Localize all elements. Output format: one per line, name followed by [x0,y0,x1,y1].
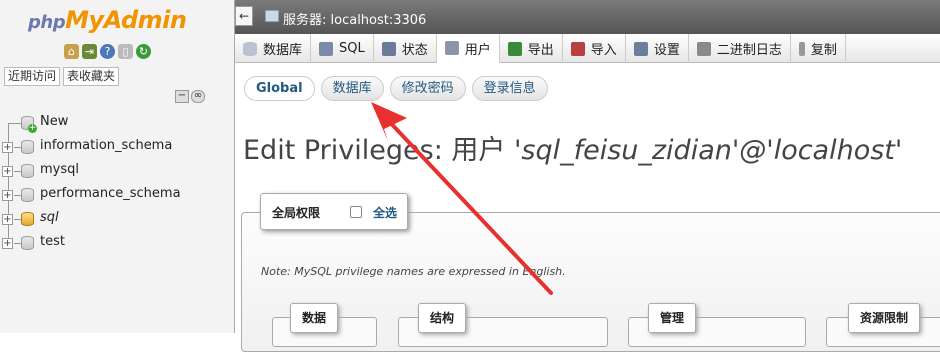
tree-controls: − ∞ [175,90,205,103]
subtab-database[interactable]: 数据库 [320,76,384,101]
global-privileges-legend: 全局权限 全选 [260,193,408,230]
db-name[interactable]: information_schema [40,138,172,153]
tree-connector [14,147,21,148]
tab-sql[interactable]: SQL [311,34,374,63]
tree-item-sql[interactable]: + sql [0,207,234,231]
logo-myadmin: MyAdmin [65,6,187,34]
tab-label: 状态 [401,43,428,58]
tree-item-information-schema[interactable]: + information_schema [0,135,234,159]
navigation-panel: phpMyAdmin ⌂ ⇥ ? ▯ ↻ 近期访问 表收藏夹 − ∞ New +… [0,0,234,333]
wrench-icon [633,41,648,56]
tab-replication[interactable]: 复制 [791,34,846,63]
users-icon [444,41,459,55]
server-breadcrumb-bar: ← 服务器: localhost:3306 [235,0,940,34]
group-legend-resource-limits: 资源限制 [848,303,921,333]
tab-label: 复制 [810,43,837,58]
tree-connector [14,195,21,196]
home-icon[interactable]: ⌂ [64,44,79,59]
global-privileges-label: 全局权限 [272,206,321,220]
phpmyadmin-logo[interactable]: phpMyAdmin [28,6,187,34]
new-db-icon [21,116,37,133]
help-icon[interactable]: ? [100,44,115,59]
binlog-icon [696,41,711,56]
db-name[interactable]: performance_schema [40,186,181,201]
expand-icon[interactable]: + [2,190,13,201]
tree-connector [9,123,21,124]
page-title-account: 'sql_feisu_zidian'@'localhost' [513,135,903,166]
tree-connector [8,123,9,135]
privilege-names-note: Note: MySQL privilege names are expresse… [261,265,566,278]
group-legend-data: 数据 [290,303,339,333]
tab-label: 设置 [653,43,680,58]
database-icon [21,140,34,154]
tab-binary-log[interactable]: 二进制日志 [689,34,791,63]
database-icon [21,236,34,250]
status-icon [381,41,396,56]
expand-icon[interactable]: + [2,142,13,153]
database-icon [21,212,34,226]
tab-databases[interactable]: 数据库 [235,34,312,63]
tree-connector [14,243,21,244]
tab-users[interactable]: 用户 [436,34,500,63]
database-icon [21,164,34,178]
db-name[interactable]: test [40,234,65,249]
tab-status[interactable]: 状态 [374,34,437,63]
sql-icon [319,41,334,56]
page-title-prefix: Edit Privileges: 用户 [243,135,514,166]
check-all-label[interactable]: 全选 [373,204,397,221]
privileges-subtabs: Global 数据库 修改密码 登录信息 [244,76,548,101]
recent-tab[interactable]: 近期访问 [4,67,61,86]
db-name[interactable]: mysql [40,162,79,177]
subtab-global[interactable]: Global [244,76,315,101]
tree-item-new[interactable]: New [0,111,234,135]
subtab-change-password[interactable]: 修改密码 [389,76,466,101]
tree-item-test[interactable]: + test [0,231,234,255]
server-breadcrumb[interactable]: 服务器: localhost:3306 [283,9,426,28]
tab-import[interactable]: 导入 [563,34,626,63]
tab-settings[interactable]: 设置 [626,34,689,63]
tab-label: 数据库 [263,43,303,58]
logo-php: php [28,12,66,33]
docs-icon[interactable]: ▯ [118,44,133,59]
tab-label: 用户 [464,42,491,58]
group-legend-administration: 管理 [648,303,697,333]
main-menu: 数据库 SQL 状态 用户 导出 导入 设置 二进制日志 复制 [235,34,940,63]
tab-label: 导入 [590,43,617,58]
reload-icon[interactable]: ↻ [136,44,151,59]
check-all-checkbox[interactable] [350,206,362,218]
expand-icon[interactable]: + [2,238,13,249]
db-name[interactable]: sql [40,210,59,225]
group-legend-structure: 结构 [418,303,467,333]
exit-icon[interactable]: ⇥ [82,44,97,59]
tab-label: 二进制日志 [716,43,782,58]
database-icon [243,41,257,56]
tab-export[interactable]: 导出 [500,34,563,63]
quick-links: ⌂ ⇥ ? ▯ ↻ [64,44,151,59]
database-tree: New + information_schema + mysql + perfo… [0,111,234,255]
tree-item-performance-schema[interactable]: + performance_schema [0,183,234,207]
tab-label: SQL [339,41,365,56]
db-name[interactable]: New [40,114,68,129]
tree-item-mysql[interactable]: + mysql [0,159,234,183]
collapse-all-icon[interactable]: − [175,90,189,103]
server-icon [265,10,279,22]
import-icon [570,41,585,56]
tab-label: 导出 [527,43,554,58]
expand-icon[interactable]: + [2,214,13,225]
tree-connector [14,219,21,220]
link-icon[interactable]: ∞ [191,90,205,103]
replication-icon [798,41,805,56]
nav-tabs: 近期访问 表收藏夹 [4,67,120,86]
subtab-login-information[interactable]: 登录信息 [471,76,548,101]
database-icon [21,188,34,202]
favorites-tab[interactable]: 表收藏夹 [63,67,120,86]
page-title: Edit Privileges: 用户 'sql_feisu_zidian'@'… [243,128,902,167]
tree-connector [14,171,21,172]
expand-icon[interactable]: + [2,166,13,177]
export-icon [507,41,522,56]
collapse-nav-button[interactable]: ← [235,6,253,26]
